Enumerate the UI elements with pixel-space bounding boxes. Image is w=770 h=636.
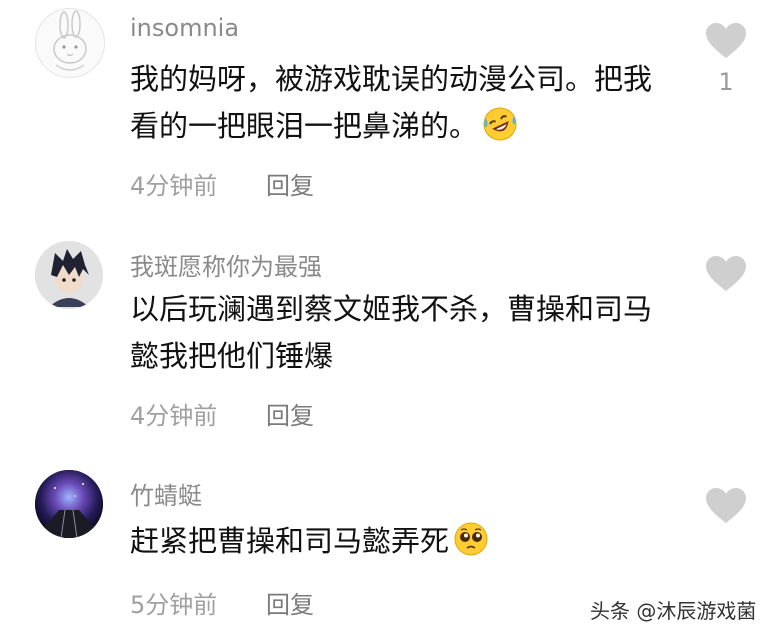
comment-text: 我的妈呀，被游戏耽误的动漫公司。把我看的一把眼泪一把鼻涕的。 [130,56,670,156]
pleading-face-emoji-icon [453,521,489,571]
reply-button[interactable]: 回复 [266,166,314,201]
heart-icon [706,256,746,291]
username[interactable]: insomnia [130,14,239,42]
comment-meta: 4分钟前 回复 [130,166,314,201]
username[interactable]: 竹蜻蜓 [130,476,202,511]
watermark: 头条 @沐辰游戏菌 [590,599,757,623]
comment-text-content: 赶紧把曹操和司马懿弄死 [130,524,450,558]
timestamp: 4分钟前 [130,172,218,200]
comment-text: 以后玩澜遇到蔡文姬我不杀，曹操和司马懿我把他们锤爆 [130,286,660,380]
user-avatar[interactable] [35,241,103,309]
username[interactable]: 我斑愿称你为最强 [130,247,322,282]
like-button[interactable]: 1 [703,22,749,96]
like-button[interactable] [703,255,749,301]
comment-text-content: 我的妈呀，被游戏耽误的动漫公司。把我看的一把眼泪一把鼻涕的。 [130,62,653,143]
like-count: 1 [718,68,734,96]
comment-meta: 5分钟前 回复 [130,585,314,620]
anime-boy-avatar-icon [35,241,103,309]
comment-text: 赶紧把曹操和司马懿弄死 [130,518,670,571]
galaxy-tunnel-avatar-icon [35,470,103,538]
reply-button[interactable]: 回复 [266,396,314,431]
heart-icon [706,488,746,523]
like-button[interactable] [703,487,749,533]
user-avatar[interactable] [35,470,103,538]
reply-button[interactable]: 回复 [266,585,314,620]
laughing-crying-emoji-icon [482,106,518,156]
timestamp: 5分钟前 [130,591,218,619]
rabbit-avatar-icon [36,9,104,77]
user-avatar[interactable] [35,8,105,78]
comment-text-content: 以后玩澜遇到蔡文姬我不杀，曹操和司马懿我把他们锤爆 [130,292,653,373]
comment-meta: 4分钟前 回复 [130,396,314,431]
heart-icon [706,23,746,58]
timestamp: 4分钟前 [130,402,218,430]
